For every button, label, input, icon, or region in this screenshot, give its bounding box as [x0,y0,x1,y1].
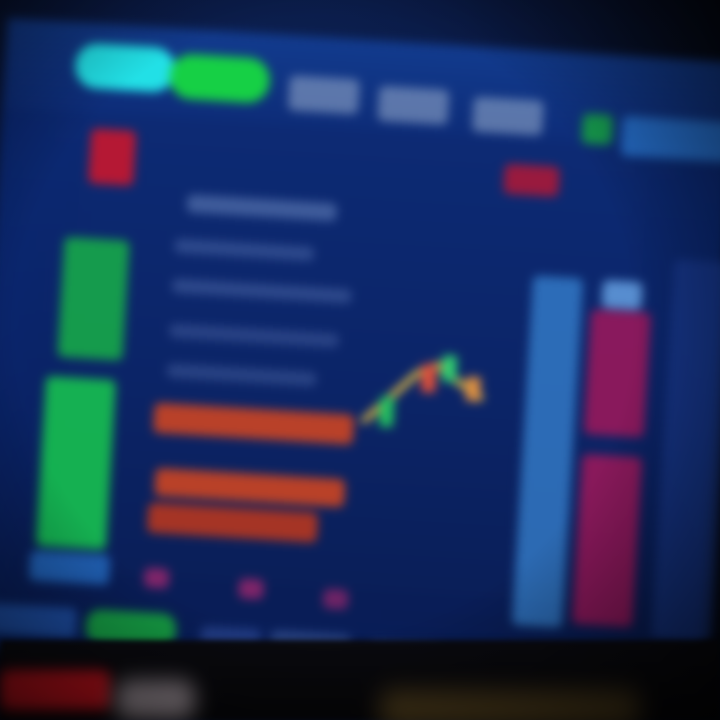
marker-magenta-1 [143,567,170,589]
desk-foreground [0,640,720,720]
top-tab-gray-2 [377,85,450,126]
indicator-red-top [88,128,137,186]
trading-monitor-screen [0,18,720,692]
price-chart-area [124,177,508,598]
top-tab-green-small [581,113,614,146]
candlestick-chart-icon [361,355,484,428]
white-light-glow [115,680,195,720]
left-panel-green-1 [57,236,130,361]
candle-red-1 [420,363,437,393]
candle-green-1 [378,396,395,428]
photo-scene [0,0,720,720]
status-bar-blue [0,602,78,639]
top-tab-blue [620,115,720,163]
marker-magenta-2 [238,578,265,600]
right-column-cap [601,279,644,311]
marker-magenta-3 [322,588,349,610]
right-column-light-blue [511,275,584,628]
top-tab-green [168,53,271,105]
indicator-red-mid [503,163,560,197]
right-column-magenta-bottom [572,453,643,628]
top-tab-gray-3 [471,96,544,136]
left-panel-blue-bottom [28,550,111,586]
left-panel-green-2 [35,376,117,550]
candle-orange-1 [465,376,481,402]
red-light-glow [0,670,110,710]
gold-light-glow [380,690,640,720]
candle-green-2 [441,355,458,383]
top-tab-cyan [73,42,177,94]
top-tab-gray-1 [287,75,360,115]
right-edge-panel [651,259,720,643]
right-column-magenta-top [583,309,652,438]
